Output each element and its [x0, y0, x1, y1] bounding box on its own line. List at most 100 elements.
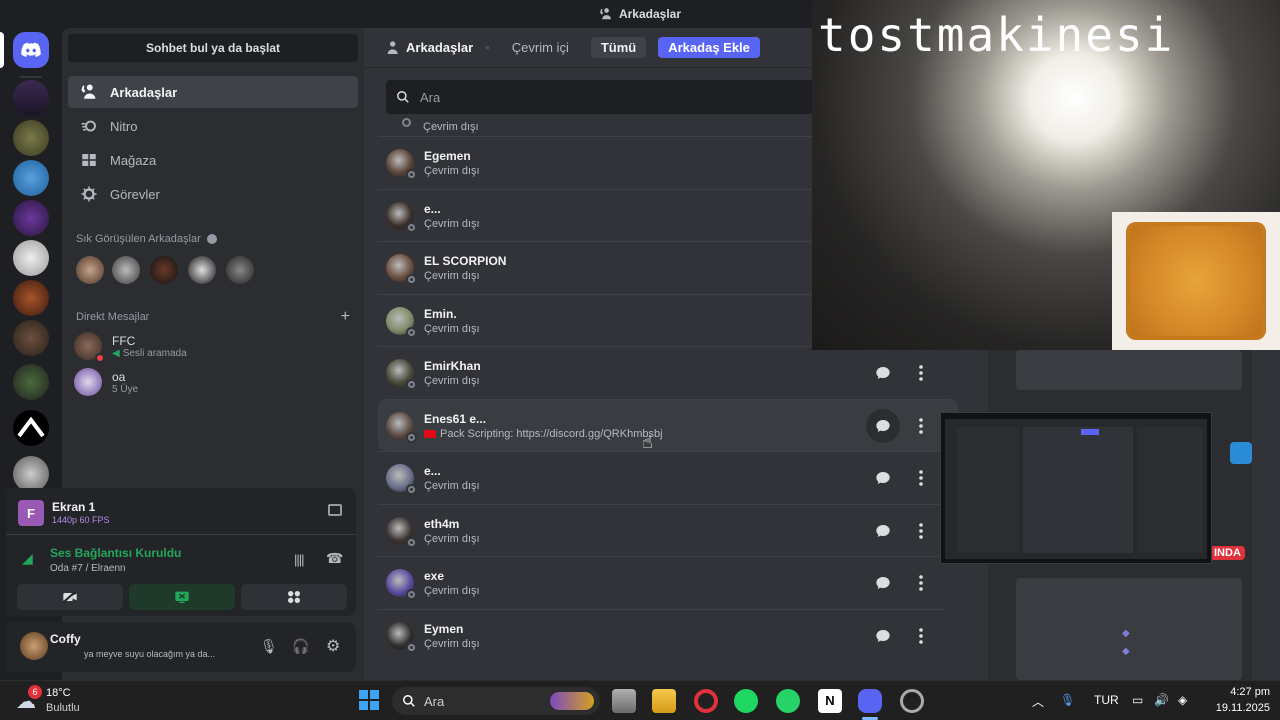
server-icon-2[interactable]: [13, 120, 49, 156]
server-icon-7[interactable]: [13, 320, 49, 356]
chat-bubble-icon: [876, 472, 890, 484]
notion-icon[interactable]: N: [818, 689, 842, 713]
discord-home-button[interactable]: [13, 32, 49, 68]
obs-icon[interactable]: [900, 689, 924, 713]
friend-row[interactable]: Enes61 e... Pack Scripting: https://disco…: [378, 399, 958, 451]
dm-item[interactable]: oa 5 Üye: [74, 368, 138, 396]
info-icon[interactable]: [206, 234, 217, 244]
message-button[interactable]: [866, 461, 900, 495]
friend-row[interactable]: EmirKhan Çevrim dışı: [378, 346, 944, 398]
frequent-friend-1[interactable]: [76, 256, 104, 284]
server-icon-5[interactable]: [13, 240, 49, 276]
find-conversation-button[interactable]: Sohbet bul ya da başlat: [68, 34, 358, 62]
nav-quests[interactable]: Görevler: [68, 178, 358, 210]
dm-item[interactable]: FFC ◀ Sesli aramada: [74, 332, 187, 363]
clock-time[interactable]: 4:27 pm: [1214, 686, 1270, 698]
noise-suppression-icon[interactable]: ||||: [294, 552, 304, 567]
quests-icon: [81, 186, 97, 202]
server-icon-6[interactable]: [13, 280, 49, 316]
friend-row[interactable]: Eymen Çevrim dışı: [378, 609, 944, 661]
screen-share-name: Ekran 1: [52, 500, 96, 514]
screen-share-panel: F Ekran 1 1440p 60 FPS ◢ Ses Bağlantısı …: [6, 488, 356, 616]
friend-name: Enes61 e...: [424, 411, 487, 426]
connection-signal-icon: ◢: [22, 550, 33, 566]
camera-off-button[interactable]: [17, 584, 123, 610]
frequent-friend-3[interactable]: [150, 256, 178, 284]
clock-date[interactable]: 19.11.2025: [1202, 702, 1270, 714]
activities-button[interactable]: [241, 584, 347, 610]
more-options-button[interactable]: [904, 566, 938, 600]
friend-status: Çevrim dışı: [423, 121, 479, 133]
friend-row[interactable]: eth4m Çevrim dışı: [378, 504, 944, 556]
frequent-friends-header: Sık Görüşülen Arkadaşlar: [76, 233, 217, 245]
server-icon-1[interactable]: [13, 80, 49, 116]
windows-start-icon[interactable]: [358, 689, 382, 713]
tray-display-icon[interactable]: ▭: [1132, 693, 1143, 707]
more-options-button[interactable]: [904, 514, 938, 548]
more-options-button[interactable]: [904, 619, 938, 653]
server-icon-8[interactable]: [13, 410, 49, 446]
server-icon-9[interactable]: [13, 456, 49, 492]
tab-online[interactable]: Çevrim içi: [502, 37, 579, 58]
more-options-button[interactable]: [904, 356, 938, 390]
more-options-button[interactable]: [904, 409, 938, 443]
friends-title-text: Arkadaşlar: [406, 40, 474, 55]
user-avatar[interactable]: [20, 632, 48, 660]
voice-channel[interactable]: Oda #7 / Elraenn: [50, 563, 126, 574]
spotify-icon[interactable]: [734, 689, 758, 713]
tray-volume-icon[interactable]: 🔊: [1154, 693, 1169, 707]
voice-status[interactable]: Ses Bağlantısı Kuruldu: [50, 546, 181, 560]
message-button[interactable]: [866, 409, 900, 443]
message-button[interactable]: [866, 566, 900, 600]
weather-desc: Bulutlu: [46, 702, 80, 714]
task-view-icon[interactable]: [612, 689, 636, 713]
settings-gear-icon[interactable]: ⚙: [326, 636, 340, 656]
stream-preview[interactable]: [940, 412, 1212, 564]
nav-shop-label: Mağaza: [110, 152, 157, 168]
avatar: [386, 148, 417, 180]
friend-name: e...: [424, 463, 441, 478]
tray-chevron-icon[interactable]: ︿: [1032, 693, 1044, 710]
more-options-button[interactable]: [904, 461, 938, 495]
nav-nitro[interactable]: Nitro: [68, 110, 358, 142]
frequent-friend-4[interactable]: [188, 256, 216, 284]
discord-taskbar-icon[interactable]: [858, 689, 882, 713]
add-friend-button[interactable]: Arkadaş Ekle: [658, 37, 760, 58]
frequent-friend-2[interactable]: [112, 256, 140, 284]
tab-all[interactable]: Tümü: [590, 37, 647, 58]
title-separator: •: [485, 40, 490, 55]
nav-shop[interactable]: Mağaza: [68, 144, 358, 176]
disconnect-icon[interactable]: ☎: [326, 550, 343, 567]
server-icon-4[interactable]: [13, 200, 49, 236]
nav-friends[interactable]: Arkadaşlar: [68, 76, 358, 108]
whatsapp-icon[interactable]: [776, 689, 800, 713]
mic-icon[interactable]: 🎙: [260, 638, 278, 655]
status-offline-icon: [406, 378, 417, 390]
avatar: [386, 621, 417, 653]
headphones-icon[interactable]: 🎧: [292, 638, 309, 655]
server-icon-3[interactable]: [13, 160, 49, 196]
tray-mic-icon[interactable]: 🎙: [1060, 693, 1075, 707]
message-button[interactable]: [866, 514, 900, 548]
hand-cursor-icon: ☝: [642, 432, 653, 452]
frequent-friend-5[interactable]: [226, 256, 254, 284]
new-dm-plus-icon[interactable]: +: [341, 308, 350, 326]
friend-status: Çevrim dışı: [424, 164, 480, 177]
tray-language[interactable]: TUR: [1094, 693, 1119, 707]
taskbar-search[interactable]: Ara: [392, 687, 600, 715]
opera-icon[interactable]: [694, 689, 718, 713]
weather-widget[interactable]: ☁ 6 18°C Bulutlu: [14, 685, 114, 717]
direct-messages-header: Direkt Mesajlar +: [76, 308, 350, 326]
chat-bubble-icon: [876, 577, 890, 589]
friends-icon: [600, 8, 611, 20]
message-button[interactable]: [866, 356, 900, 390]
friend-row[interactable]: exe Çevrim dışı: [378, 556, 944, 608]
file-explorer-icon[interactable]: [652, 689, 676, 713]
status-offline-icon: [406, 168, 417, 180]
message-button[interactable]: [866, 619, 900, 653]
share-screen-button[interactable]: [129, 584, 235, 610]
server-folder[interactable]: [13, 364, 49, 400]
friend-row[interactable]: e... Çevrim dışı: [378, 451, 944, 503]
stop-stream-icon[interactable]: [328, 504, 342, 516]
tray-network-icon[interactable]: ◈: [1178, 693, 1187, 707]
